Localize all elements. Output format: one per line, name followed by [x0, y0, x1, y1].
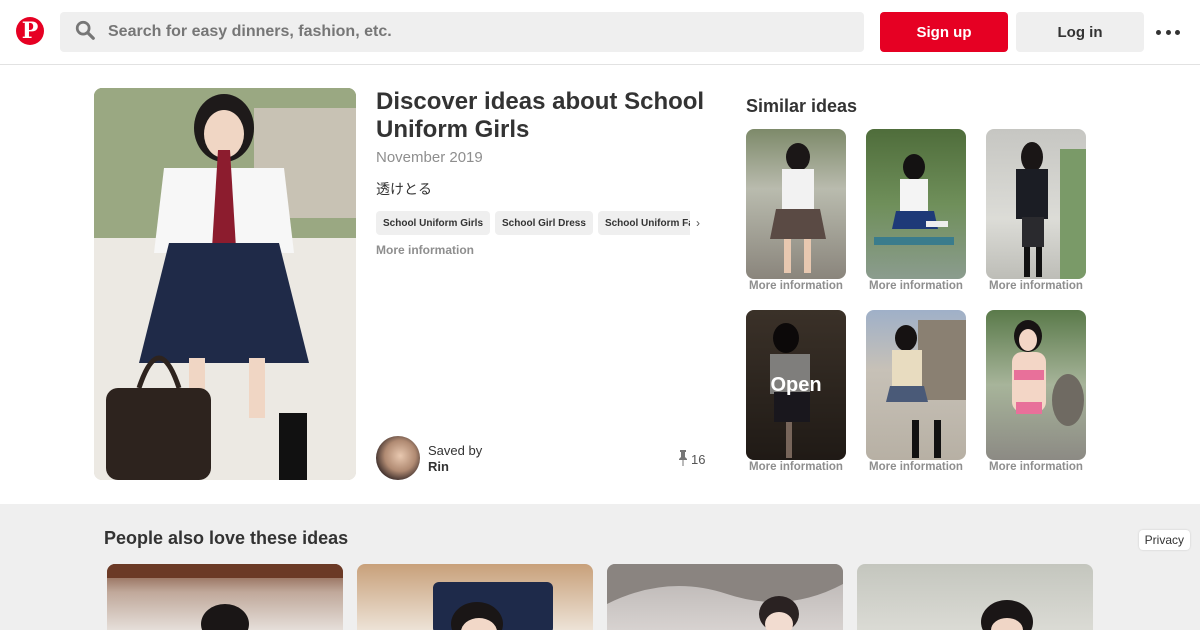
pin-count-value: 16 [691, 452, 706, 467]
tag-list: School Uniform Girls School Girl Dress S… [376, 211, 706, 235]
more-information-link[interactable]: More information [986, 461, 1086, 473]
search-input[interactable] [108, 23, 808, 41]
similar-idea-image[interactable] [986, 310, 1086, 460]
pin-count: 16 [678, 450, 705, 469]
similar-idea-card[interactable]: Open More information [746, 310, 846, 473]
pin-image[interactable] [94, 88, 356, 480]
more-information-link[interactable]: More information [746, 280, 846, 292]
similar-idea-image[interactable]: Open [746, 310, 846, 460]
search-icon [74, 19, 96, 46]
people-also-love-heading: People also love these ideas [104, 528, 349, 548]
pin-icon [678, 450, 688, 469]
idea-card[interactable] [607, 564, 843, 630]
chevron-right-icon[interactable]: › [690, 211, 706, 235]
pin-date: November 2019 [376, 149, 483, 166]
saved-by-name[interactable]: Rin [428, 459, 449, 474]
similar-idea-card[interactable]: More information [866, 129, 966, 292]
similar-idea-card[interactable]: More information [986, 310, 1086, 473]
more-dots-icon[interactable] [1156, 22, 1180, 42]
top-bar: P Sign up Log in [0, 0, 1200, 65]
privacy-link[interactable]: Privacy [1138, 530, 1190, 550]
open-button[interactable]: Open [746, 310, 846, 460]
pin-description: 透けとる [376, 181, 432, 197]
similar-idea-image[interactable] [746, 129, 846, 279]
idea-card[interactable] [107, 564, 343, 630]
similar-idea-image[interactable] [866, 129, 966, 279]
more-information-link[interactable]: More information [866, 280, 966, 292]
tag-chip[interactable]: School Uniform Girls [376, 211, 491, 235]
idea-card[interactable] [357, 564, 593, 630]
similar-idea-card[interactable]: More information [866, 310, 966, 473]
people-also-love-section: People also love these ideas Privacy [0, 504, 1200, 630]
avatar[interactable] [376, 436, 420, 480]
pin-title: Discover ideas about School Uniform Girl… [376, 88, 705, 143]
saved-by-label: Saved by [428, 443, 483, 458]
more-information-link[interactable]: More information [866, 461, 966, 473]
more-information-link[interactable]: More information [746, 461, 846, 473]
similar-idea-image[interactable] [866, 310, 966, 460]
similar-idea-card[interactable]: More information [746, 129, 846, 292]
tag-chip[interactable]: School Girl Dress [495, 211, 593, 235]
sign-up-button[interactable]: Sign up [880, 12, 1008, 52]
log-in-button[interactable]: Log in [1016, 12, 1144, 52]
search-bar[interactable] [60, 12, 864, 52]
similar-ideas-heading: Similar ideas [746, 96, 858, 116]
similar-idea-image[interactable] [986, 129, 1086, 279]
idea-card[interactable] [857, 564, 1093, 630]
pinterest-logo[interactable]: P [16, 17, 44, 45]
more-information-link[interactable]: More information [986, 280, 1086, 292]
more-information-link[interactable]: More information [376, 243, 474, 257]
similar-idea-card[interactable]: More information [986, 129, 1086, 292]
